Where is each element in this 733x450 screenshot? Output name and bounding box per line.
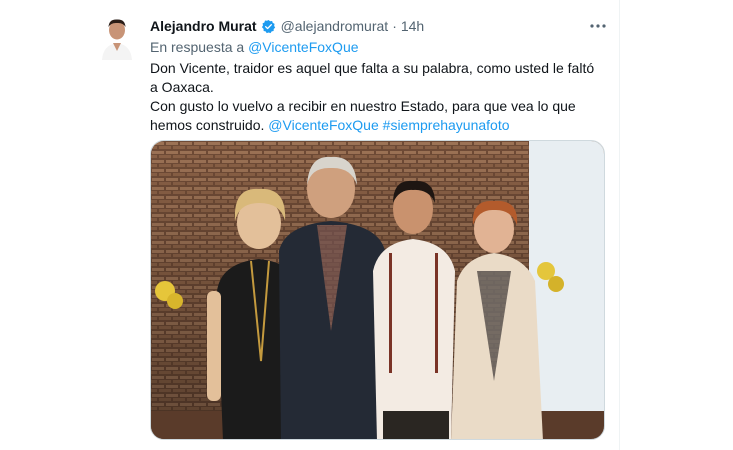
tweet-text: Don Vicente, traidor es aquel que falta … [150, 59, 605, 135]
tweet-header: Alejandro Murat @alejandromurat · 14h [150, 17, 424, 35]
verified-badge-icon [261, 19, 276, 34]
separator-dot: · [392, 18, 397, 34]
tweet-timestamp[interactable]: 14h [401, 17, 424, 35]
author-name[interactable]: Alejandro Murat [150, 17, 257, 35]
tweet-text-line2: Con gusto lo vuelvo a recibir en nuestro… [150, 97, 605, 135]
reply-prefix: En respuesta a [150, 39, 245, 55]
author-avatar[interactable] [99, 16, 135, 60]
hashtag-link[interactable]: #siemprehayunafoto [383, 117, 510, 133]
tweet-photo[interactable] [150, 140, 605, 440]
author-handle[interactable]: @alejandromurat [281, 17, 389, 35]
mention-link[interactable]: @VicenteFoxQue [268, 117, 378, 133]
reply-to-link[interactable]: @VicenteFoxQue [248, 39, 358, 55]
more-options-icon[interactable] [588, 18, 608, 34]
reply-context: En respuesta a @VicenteFoxQue [150, 38, 359, 56]
tweet-text-line1: Don Vicente, traidor es aquel que falta … [150, 60, 595, 95]
